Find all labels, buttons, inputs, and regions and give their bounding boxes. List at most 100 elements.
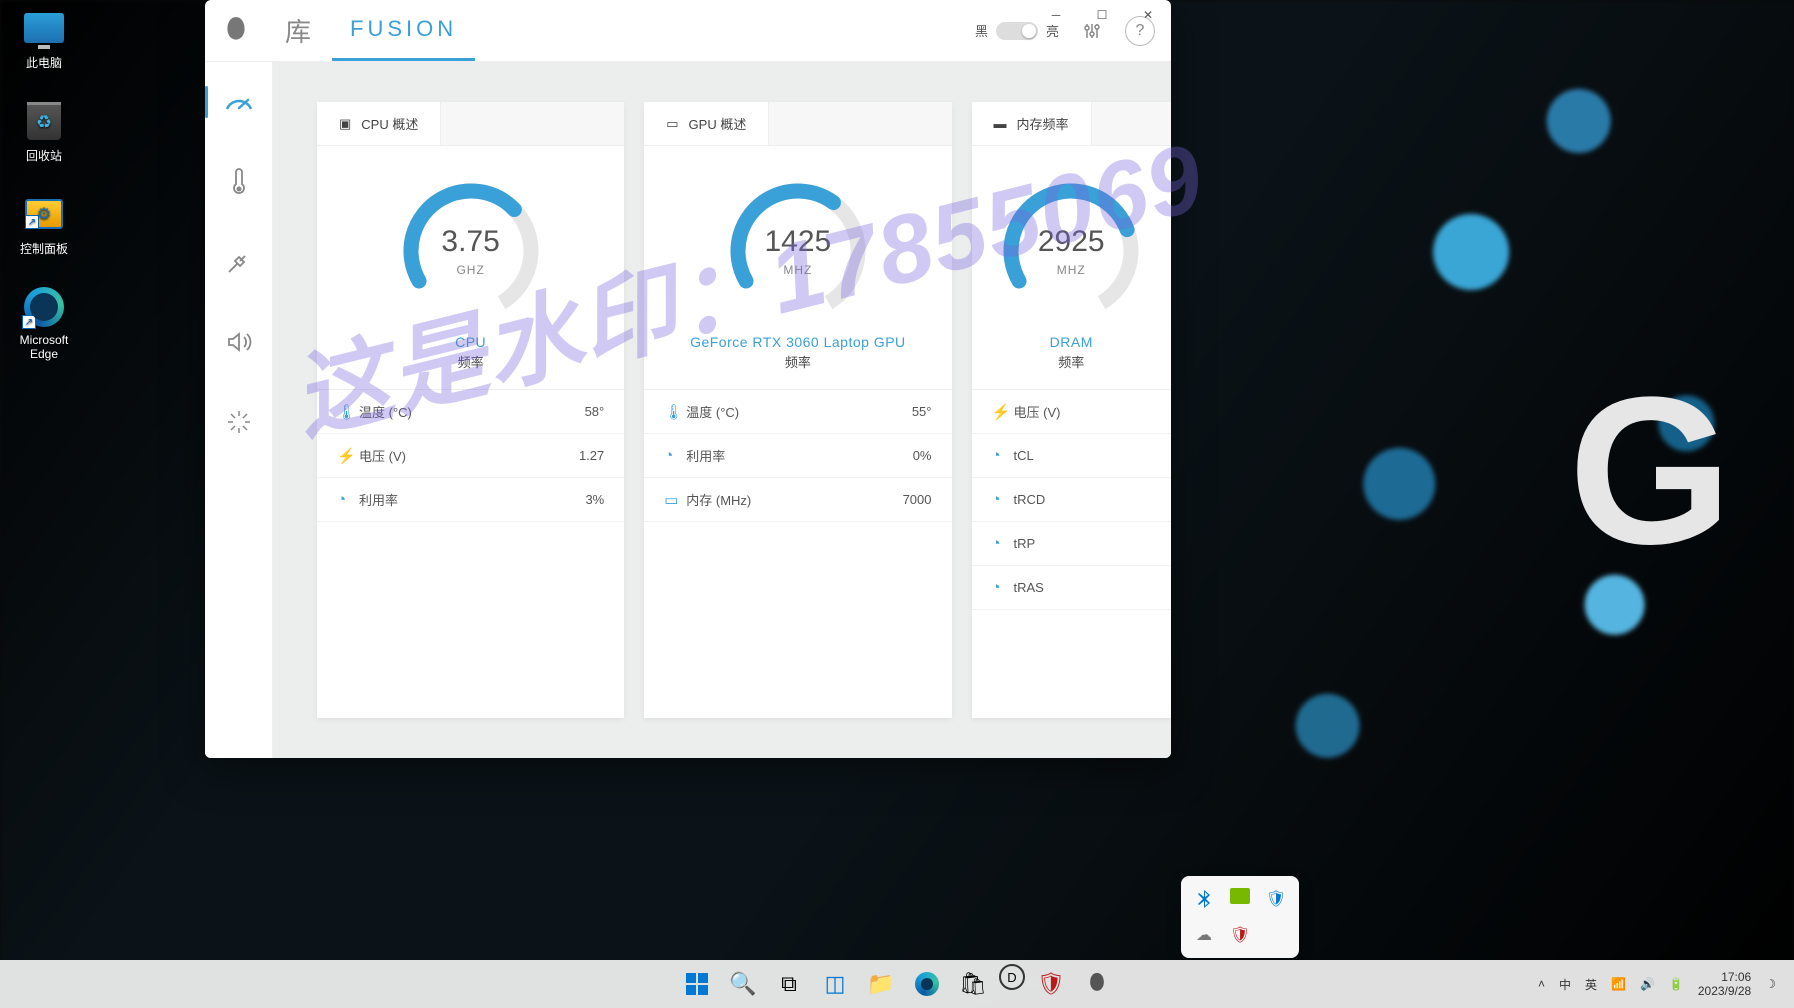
gpu-card-tab[interactable]: ▭GPU 概述: [644, 102, 769, 145]
stat-value: 3%: [585, 492, 604, 507]
sidebar-audio[interactable]: [217, 320, 261, 364]
stat-row: ◔tRP: [972, 522, 1172, 566]
tab-library[interactable]: 库: [267, 0, 332, 61]
windows-logo-icon: [686, 973, 708, 995]
minimize-button[interactable]: ─: [1033, 0, 1079, 30]
stat-icon: ◔: [992, 579, 1014, 596]
gpu-freq-unit: MHZ: [783, 263, 812, 277]
search-button[interactable]: 🔍: [723, 964, 763, 1004]
notification-icon[interactable]: ☽: [1765, 977, 1776, 991]
task-view-button[interactable]: ⧉: [769, 964, 809, 1004]
stat-label: 利用率: [686, 446, 912, 465]
stat-value: 1.27: [579, 448, 604, 463]
stat-value: 0%: [913, 448, 932, 463]
desktop-icon-controlpanel[interactable]: ↗ 控制面板: [6, 192, 82, 257]
taskbar-right: ˄ 中 英 📶 🔊 🔋 17:06 2023/9/28 ☽: [1538, 970, 1794, 999]
wifi-icon[interactable]: 📶: [1611, 977, 1626, 991]
cpu-sublabel: 频率: [458, 352, 484, 371]
stat-row: ◔tRCD: [972, 478, 1172, 522]
close-button[interactable]: ✕: [1125, 0, 1171, 30]
alienware-logo-icon: [205, 16, 267, 46]
stat-label: 内存 (MHz): [686, 490, 902, 509]
control-panel-icon: ↗: [25, 199, 63, 229]
clock-date: 2023/9/28: [1698, 984, 1751, 998]
theme-dark-label: 黑: [975, 21, 988, 40]
tray-security-icon[interactable]: 🛡: [1265, 888, 1287, 910]
volume-icon[interactable]: 🔊: [1640, 977, 1655, 991]
tray-chevron-up-icon[interactable]: ˄: [1538, 977, 1545, 991]
tray-onedrive-icon[interactable]: ☁: [1193, 924, 1215, 946]
stat-label: 温度 (°C): [686, 402, 912, 421]
sidebar-dashboard[interactable]: [217, 80, 261, 124]
stat-value: 7000: [903, 492, 932, 507]
stat-icon: 🌡: [337, 403, 359, 421]
widgets-button[interactable]: ◫: [815, 964, 855, 1004]
system-tray-overflow: 🛡 ☁ 🛡: [1181, 876, 1299, 958]
stat-label: tRCD: [1014, 492, 1152, 507]
stat-label: tRP: [1014, 536, 1152, 551]
cpu-card-tab[interactable]: ▣CPU 概述: [317, 102, 441, 145]
gpu-gauge: 1425 MHZ: [723, 176, 873, 326]
gpu-card: ▭GPU 概述 1425MHZ GeForce RTX 3060 Laptop …: [644, 102, 951, 718]
ime-indicator[interactable]: 英: [1585, 976, 1597, 993]
desktop-icon-edge[interactable]: ↗ Microsoft Edge: [6, 285, 82, 361]
mem-freq-value: 2925: [1038, 225, 1105, 259]
gpu-freq-value: 1425: [765, 225, 832, 259]
gpu-icon: ▭: [666, 116, 678, 132]
header-tabs: 库 FUSION: [267, 0, 475, 61]
clock-time: 17:06: [1698, 970, 1751, 984]
monitor-icon: [24, 13, 64, 43]
edge-button[interactable]: [907, 964, 947, 1004]
plug-icon: [226, 249, 252, 275]
maximize-button[interactable]: ☐: [1079, 0, 1125, 30]
stat-icon: ◔: [337, 491, 359, 508]
thermometer-icon: [231, 167, 247, 197]
mcafee-button[interactable]: 🛡: [1031, 964, 1071, 1004]
stat-label: tCL: [1014, 448, 1152, 463]
taskbar-center: 🔍 ⧉ ◫ 📁 🛍 D 🛡: [677, 964, 1117, 1004]
stat-label: 电压 (V): [1014, 402, 1152, 421]
memory-card: ▬内存频率 2925MHZ DRAM 频率 ⚡电压 (V)◔tCL◔tRCD◔t…: [972, 102, 1172, 718]
memory-card-title: 内存频率: [1017, 114, 1069, 133]
clock[interactable]: 17:06 2023/9/28: [1698, 970, 1751, 999]
desktop-icon-label: 控制面板: [20, 240, 68, 257]
stat-label: 利用率: [359, 490, 585, 509]
store-button[interactable]: 🛍: [953, 964, 993, 1004]
sidebar-overclock[interactable]: [217, 400, 261, 444]
file-explorer-button[interactable]: 📁: [861, 964, 901, 1004]
tab-fusion[interactable]: FUSION: [332, 0, 475, 61]
alienware-button[interactable]: [1077, 964, 1117, 1004]
stat-row: ◔利用率0%: [644, 434, 951, 478]
alienware-icon: [1086, 972, 1108, 996]
stat-icon: ⚡: [992, 403, 1014, 421]
tray-bluetooth-icon[interactable]: [1193, 888, 1215, 910]
toggle-track[interactable]: [996, 22, 1038, 40]
battery-icon[interactable]: 🔋: [1669, 977, 1684, 991]
stat-icon: 🌡: [664, 403, 686, 421]
stat-icon: ◔: [992, 535, 1014, 552]
burst-icon: [226, 409, 252, 435]
start-button[interactable]: [677, 964, 717, 1004]
desktop-icon-recyclebin[interactable]: 回收站: [6, 99, 82, 164]
gpu-sublabel: 频率: [785, 352, 811, 371]
stat-icon: ⚡: [337, 447, 359, 465]
edge-icon: [915, 972, 939, 996]
mem-sublabel: 频率: [1058, 352, 1084, 371]
stat-row: ⚡电压 (V): [972, 390, 1172, 434]
cpu-gauge: 3.75GHZ: [396, 176, 546, 326]
desktop-icon-label: 回收站: [26, 147, 62, 164]
content-area: ▣CPU 概述 3.75GHZ CPU 频率 🌡温度 (°C)58°⚡电压 (V…: [273, 62, 1171, 758]
ime-lang[interactable]: 中: [1559, 976, 1571, 993]
sidebar-thermal[interactable]: [217, 160, 261, 204]
tray-mcafee-icon[interactable]: 🛡: [1229, 924, 1251, 946]
dell-button[interactable]: D: [999, 964, 1025, 990]
memory-icon: ▬: [994, 116, 1007, 131]
tray-nvidia-icon[interactable]: [1230, 888, 1250, 904]
memory-card-tab[interactable]: ▬ 内存频率: [972, 102, 1092, 145]
desktop-icon-thispc[interactable]: 此电脑: [6, 6, 82, 71]
speaker-icon: [226, 331, 252, 353]
cpu-freq-unit: GHZ: [456, 263, 484, 277]
sidebar-power[interactable]: [217, 240, 261, 284]
stat-icon: ◔: [992, 447, 1014, 464]
chip-icon: ▣: [339, 116, 351, 132]
